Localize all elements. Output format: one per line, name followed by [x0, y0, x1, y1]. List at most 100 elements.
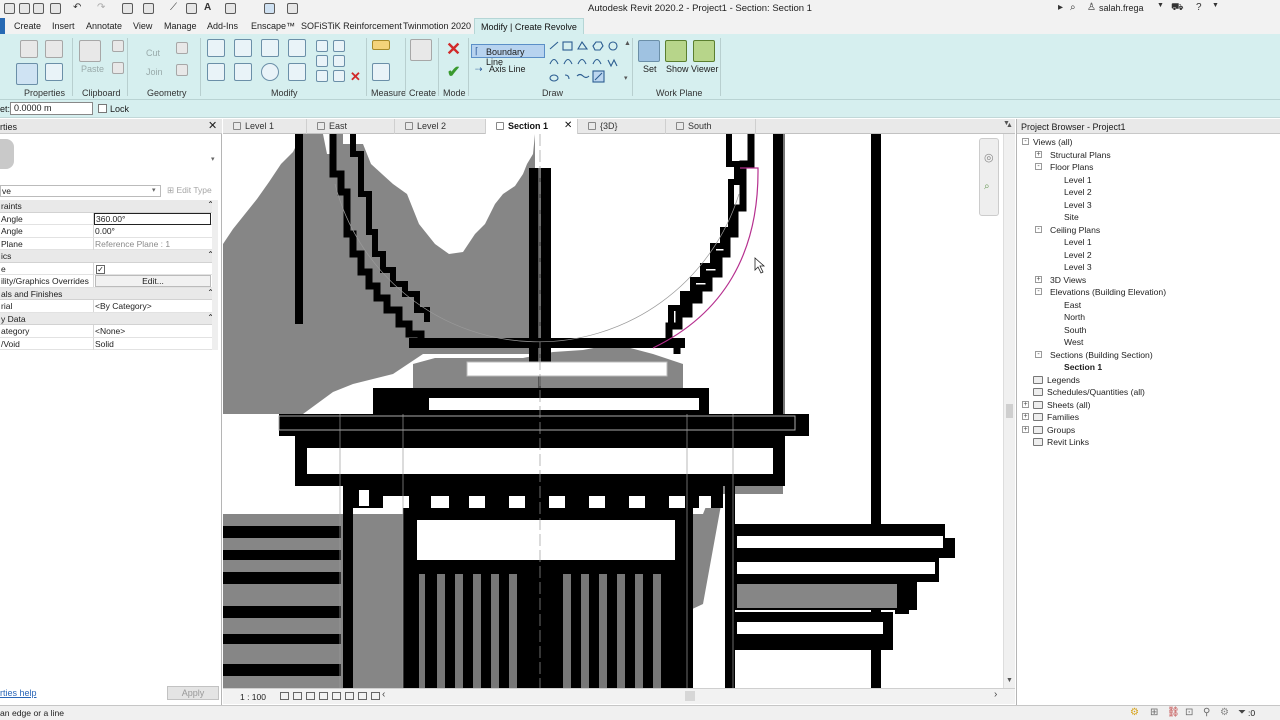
- draw-tools-gallery[interactable]: [547, 40, 631, 86]
- tree-item[interactable]: + Families: [1017, 411, 1277, 423]
- tree-item[interactable]: West: [1017, 336, 1277, 348]
- chevron-down-icon[interactable]: ▼: [1157, 2, 1164, 9]
- user-icon[interactable]: ♙: [1087, 2, 1096, 13]
- collapse-icon[interactable]: -: [1035, 288, 1042, 295]
- family-category-icon[interactable]: [45, 40, 63, 58]
- select-links-icon[interactable]: ⛓: [1167, 707, 1180, 718]
- sun-path-icon[interactable]: [306, 692, 315, 700]
- zoom-icon[interactable]: ⌕: [984, 181, 990, 192]
- move-icon[interactable]: [207, 63, 225, 81]
- tree-item[interactable]: South: [1017, 324, 1277, 336]
- collapse-icon[interactable]: -: [1022, 138, 1029, 145]
- tab-add-ins[interactable]: Add-Ins: [207, 21, 238, 31]
- property-row[interactable]: ategory <None>: [0, 325, 218, 338]
- wall-joins-icon[interactable]: [176, 64, 188, 76]
- measure-between-icon[interactable]: [372, 40, 390, 50]
- scroll-thumb[interactable]: [1006, 404, 1013, 418]
- property-group[interactable]: ics ⌃: [0, 250, 218, 263]
- lock-checkbox[interactable]: [98, 104, 107, 113]
- property-row[interactable]: e ✓: [0, 262, 218, 275]
- close-tab-icon[interactable]: ✕: [564, 120, 572, 131]
- print-icon[interactable]: [122, 3, 133, 14]
- properties-icon[interactable]: [16, 63, 38, 85]
- boundary-line-button[interactable]: ⌈ Boundary Line: [471, 44, 545, 67]
- view-scale[interactable]: 1 : 100: [240, 692, 266, 702]
- text-icon[interactable]: A: [204, 2, 211, 13]
- tree-item[interactable]: Level 3: [1017, 199, 1277, 211]
- property-row[interactable]: /Void Solid: [0, 337, 218, 350]
- property-row[interactable]: Plane Reference Plane : 1: [0, 237, 218, 250]
- axis-line-icon[interactable]: ⇢: [475, 64, 483, 75]
- default-3d-icon[interactable]: [225, 3, 236, 14]
- close-icon[interactable]: ✕: [208, 119, 217, 132]
- undo-icon[interactable]: ↶: [73, 2, 81, 13]
- tree-item[interactable]: North: [1017, 311, 1277, 323]
- worksets-icon[interactable]: ⚙: [1130, 707, 1139, 718]
- view-tab-level-2[interactable]: Level 2: [395, 119, 486, 134]
- unpin-icon[interactable]: [333, 70, 345, 82]
- drawing-area[interactable]: ◎ ⌕: [223, 134, 1003, 688]
- offset-icon[interactable]: [234, 39, 252, 57]
- reveal-hidden-icon[interactable]: [371, 692, 380, 700]
- scroll-left-icon[interactable]: ‹: [382, 689, 385, 700]
- tree-item[interactable]: Section 1: [1017, 361, 1277, 373]
- arrow-right-icon[interactable]: ▸: [1058, 2, 1063, 13]
- set-label[interactable]: Set: [643, 64, 657, 74]
- tab-create[interactable]: Create: [14, 21, 41, 31]
- collapse-icon[interactable]: -: [1035, 350, 1042, 358]
- finish-edit-mode-icon[interactable]: ✔: [447, 65, 460, 81]
- help-icon[interactable]: ?: [1196, 2, 1202, 13]
- apply-button[interactable]: Apply: [167, 686, 219, 700]
- split-icon[interactable]: [316, 40, 328, 52]
- redo-icon[interactable]: ↷: [97, 2, 105, 13]
- detail-level-icon[interactable]: [280, 692, 289, 700]
- gallery-expand-icon[interactable]: ▾: [624, 74, 628, 82]
- cut-icon[interactable]: [112, 40, 124, 52]
- expand-icon[interactable]: +: [1035, 275, 1042, 283]
- cart-icon[interactable]: ⛟: [1171, 2, 1184, 15]
- show-work-plane-icon[interactable]: [665, 40, 687, 62]
- expand-icon[interactable]: +: [1022, 413, 1029, 420]
- copy-modify-icon[interactable]: [234, 63, 252, 81]
- scroll-up-icon[interactable]: ▲: [1006, 122, 1013, 129]
- expand-icon[interactable]: +: [1035, 150, 1042, 158]
- properties-help-link[interactable]: rties help: [0, 688, 37, 698]
- vertical-scrollbar[interactable]: ▲ ▼: [1003, 122, 1015, 688]
- user-name[interactable]: salah.frega: [1099, 3, 1144, 13]
- tree-item[interactable]: Legends: [1017, 374, 1277, 386]
- view-tab-south[interactable]: South: [666, 119, 756, 134]
- horizontal-scroll-thumb[interactable]: [685, 691, 695, 701]
- type-properties-icon[interactable]: [20, 40, 38, 58]
- tree-item[interactable]: - Ceiling Plans: [1017, 224, 1277, 236]
- offset-input[interactable]: 0.0000 m: [10, 102, 93, 115]
- gallery-scroll-up-icon[interactable]: ▲: [624, 40, 631, 47]
- scroll-down-icon[interactable]: ▼: [1006, 677, 1013, 684]
- tree-item[interactable]: Site: [1017, 211, 1277, 223]
- tree-item[interactable]: +3D Views: [1017, 274, 1277, 286]
- tab-enscape[interactable]: Enscape™: [251, 21, 295, 31]
- viewer-label[interactable]: Viewer: [691, 64, 718, 74]
- binoculars-icon[interactable]: ⌕: [1070, 2, 1076, 13]
- tree-item[interactable]: - Sections (Building Section): [1017, 349, 1277, 361]
- scroll-right-icon[interactable]: ›: [994, 689, 997, 700]
- copy-icon[interactable]: [112, 62, 124, 74]
- edit-overrides-button[interactable]: Edit...: [95, 275, 211, 287]
- visual-style-icon[interactable]: [293, 692, 302, 700]
- trim-extend-icon[interactable]: [288, 63, 306, 81]
- property-value[interactable]: Solid: [95, 339, 114, 349]
- paste-icon[interactable]: [79, 40, 101, 62]
- tree-item[interactable]: + Sheets (all): [1017, 399, 1277, 411]
- pin-icon[interactable]: [316, 70, 328, 82]
- tree-item[interactable]: Level 1: [1017, 174, 1277, 186]
- tree-item[interactable]: + Groups: [1017, 424, 1277, 436]
- collapse-icon[interactable]: -: [1035, 163, 1042, 170]
- help-dropdown-icon[interactable]: ▼: [1212, 2, 1219, 9]
- show-label[interactable]: Show: [666, 64, 689, 74]
- tab-view[interactable]: View: [133, 21, 152, 31]
- type-dropdown-icon[interactable]: ▾: [211, 155, 215, 163]
- view-tab-3d[interactable]: {3D}: [578, 119, 666, 134]
- select-underlay-icon[interactable]: ⊡: [1185, 707, 1193, 718]
- section-drawing[interactable]: [223, 134, 1003, 688]
- align-icon[interactable]: [207, 39, 225, 57]
- tab-sofistik[interactable]: SOFiSTiK Reinforcement: [301, 21, 402, 31]
